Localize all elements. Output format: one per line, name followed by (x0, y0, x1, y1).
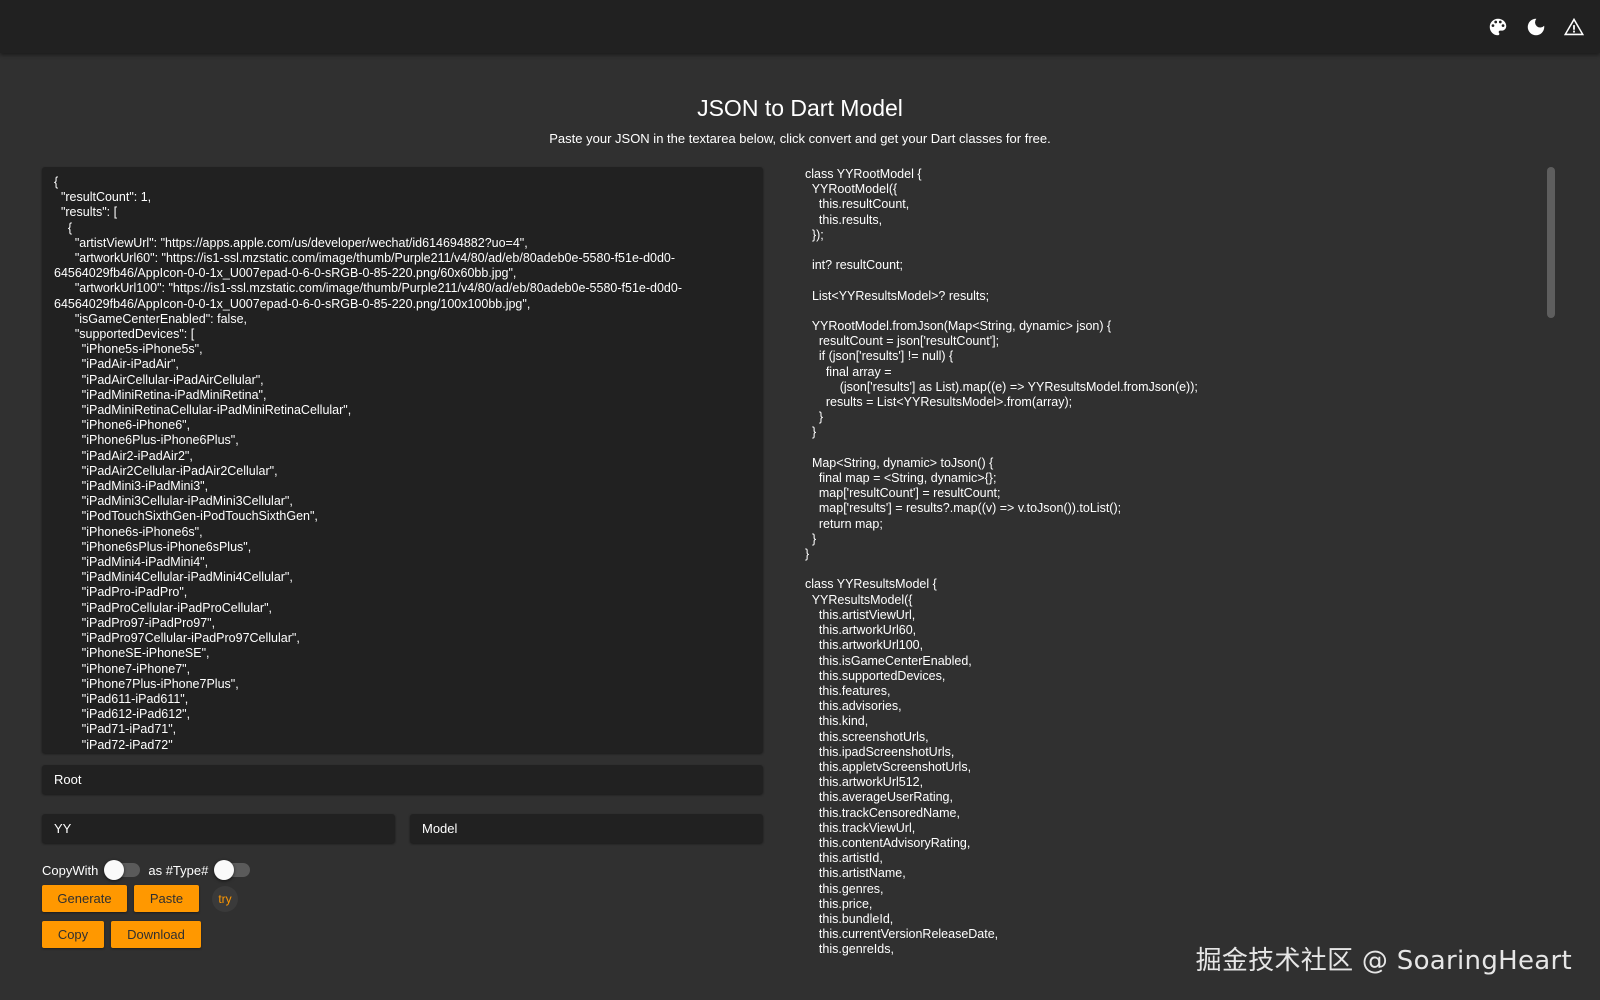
warning-icon[interactable] (1558, 13, 1590, 41)
generate-button[interactable]: Generate (42, 885, 127, 912)
copywith-label: CopyWith (42, 862, 99, 878)
dart-output-code: class YYRootModel { YYRootModel({ this.r… (805, 167, 1198, 957)
json-input-textarea[interactable]: { "resultCount": 1, "results": [ { "arti… (42, 167, 763, 753)
app-bar-actions (1482, 13, 1590, 41)
page-subtitle: Paste your JSON in the textarea below, c… (549, 131, 1051, 146)
output-scrollbar[interactable] (1547, 167, 1555, 318)
toggle-knob (104, 860, 125, 880)
type-toggle[interactable] (214, 860, 251, 880)
watermark: 掘金技术社区 @ SoaringHeart (1195, 946, 1572, 976)
try-button[interactable]: try (212, 886, 238, 912)
toggle-knob (214, 860, 235, 880)
root-class-name-input[interactable] (42, 765, 763, 794)
copywith-toggle[interactable] (104, 860, 141, 880)
type-label: as #Type# (148, 862, 209, 878)
dark-mode-icon[interactable] (1520, 13, 1552, 41)
palette-icon[interactable] (1482, 13, 1514, 41)
top-app-bar (0, 0, 1600, 53)
page-title: JSON to Dart Model (697, 95, 903, 121)
class-suffix-input[interactable] (410, 814, 763, 843)
class-prefix-input[interactable] (42, 814, 395, 843)
options-row: CopyWith as #Type# (42, 858, 258, 882)
download-button[interactable]: Download (111, 921, 201, 948)
copy-button[interactable]: Copy (42, 921, 104, 948)
paste-button[interactable]: Paste (134, 885, 199, 912)
